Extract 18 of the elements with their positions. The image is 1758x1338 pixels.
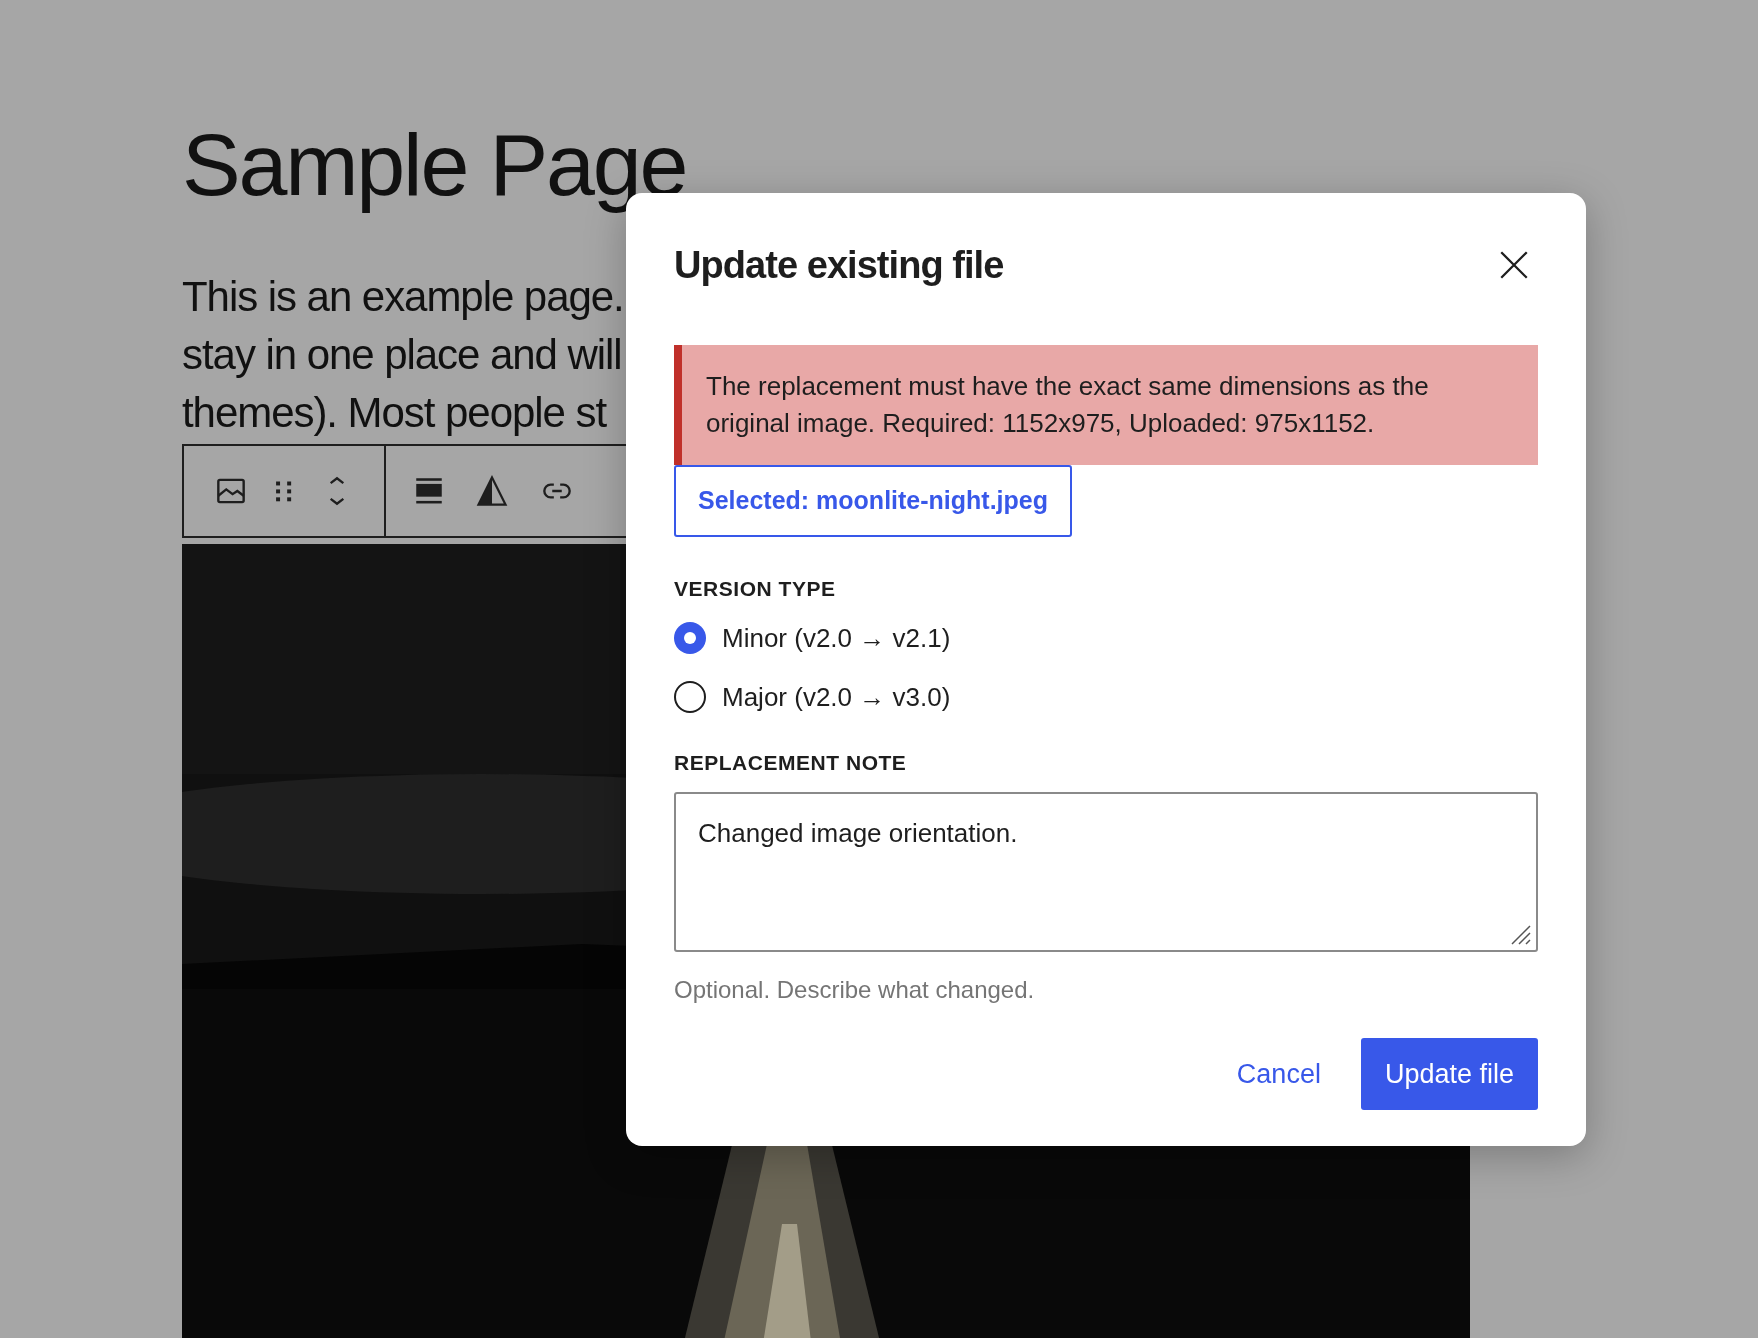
paragraph-line: stay in one place and will [182,330,622,380]
update-file-button[interactable]: Update file [1360,1038,1538,1110]
radio-option[interactable]: Minor (v2.0 → v2.1) [674,618,951,658]
dialog-title: Update existing file [674,242,1004,288]
duotone-icon[interactable] [474,473,510,509]
radio-button[interactable] [674,622,706,654]
radio-button[interactable] [674,681,706,713]
note-field[interactable]: Changed image orientation. [674,792,1538,952]
radio-option[interactable]: Major (v2.0 → v3.0) [674,677,951,717]
section-label: REPLACEMENT NOTE [674,749,907,776]
error-notice: The replacement must have the exact same dimensions as the original image. Required: 1152x975, Uploaded: 975x1152. [674,345,1538,465]
selected-file-button[interactable]: Selected: moonlite-night.jpeg [674,465,1072,537]
help-text: Optional. Describe what changed. [674,975,1035,1005]
paragraph-line: themes). Most people st [182,388,607,438]
section-label: VERSION TYPE [674,576,836,602]
cancel-button[interactable]: Cancel [1232,1053,1325,1095]
page-title: Sample Page [182,114,687,216]
paragraph-line: This is an example page. [182,272,624,322]
